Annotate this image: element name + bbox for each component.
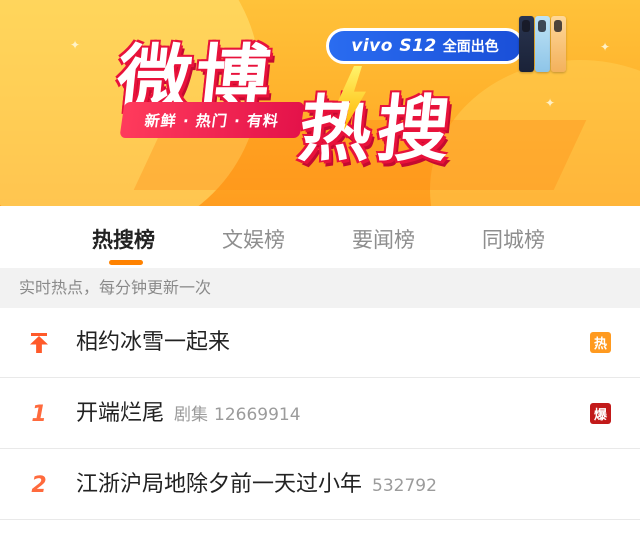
sparkle-icon: ✦ [600, 40, 611, 54]
list-item[interactable]: 2 江浙沪局地除夕前一天过小年 532792 [0, 450, 640, 520]
banner-tagline: 新鲜 · 热门 · 有料 [119, 102, 305, 138]
phone-image [519, 16, 534, 72]
promo-pill[interactable]: vivo S12 全面出色 [326, 28, 524, 64]
phone-image [535, 16, 550, 72]
phone-image [551, 16, 566, 72]
tab-hot-search[interactable]: 热搜榜 [92, 224, 155, 254]
rank-number: 1 [31, 401, 47, 427]
explosive-badge: 爆 [590, 403, 611, 424]
tab-entertainment[interactable]: 文娱榜 [222, 224, 285, 254]
topic-meta: 剧集 12669914 [174, 405, 301, 425]
hero-banner[interactable]: ✦ ✦ ✦ 微博 热搜 新鲜 · 热门 · 有料 vivo S12 全面出色 [0, 0, 640, 206]
sparkle-icon: ✦ [545, 96, 556, 110]
update-notice: 实时热点，每分钟更新一次 [0, 268, 640, 308]
rank-marker [24, 308, 54, 378]
topic-title[interactable]: 江浙沪局地除夕前一天过小年 532792 [76, 450, 437, 520]
list-item[interactable]: 1 开端烂尾 剧集 12669914 爆 [0, 379, 640, 449]
banner-title-resou: 热搜 [294, 87, 460, 171]
pin-top-icon [28, 331, 50, 355]
topic-title[interactable]: 相约冰雪一起来 [76, 308, 230, 378]
promo-text: 全面出色 [442, 39, 499, 55]
promo-brand: vivo S12 [351, 36, 437, 56]
tab-local[interactable]: 同城榜 [482, 224, 545, 254]
topic-title[interactable]: 开端烂尾 剧集 12669914 [76, 379, 301, 449]
tab-bar: 热搜榜 文娱榜 要闻榜 同城榜 [0, 206, 640, 268]
list-item[interactable]: 相约冰雪一起来 热 [0, 308, 640, 378]
topic-meta: 532792 [372, 476, 437, 496]
sparkle-icon: ✦ [70, 38, 81, 52]
tab-news[interactable]: 要闻榜 [352, 224, 415, 254]
rank-number: 2 [31, 472, 47, 498]
active-tab-indicator [109, 260, 143, 265]
hot-badge: 热 [590, 332, 611, 353]
